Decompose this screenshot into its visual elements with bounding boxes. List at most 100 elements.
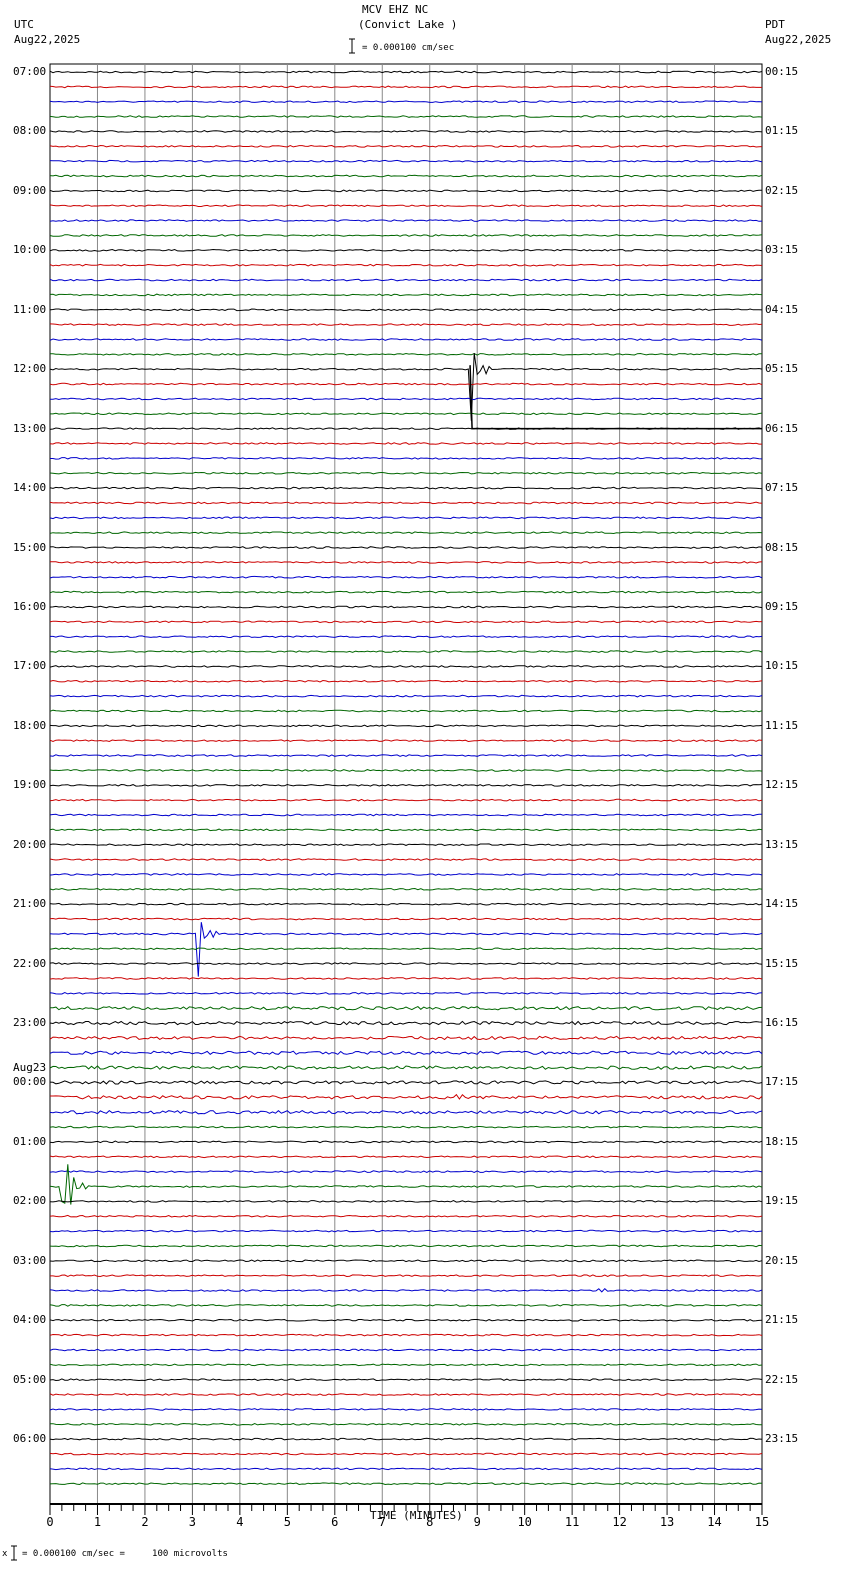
trace-line: [49, 858, 763, 861]
trace-line: [49, 962, 763, 965]
trace-line: [49, 798, 763, 802]
trace-line: [49, 189, 763, 193]
trace-line: [49, 590, 763, 594]
trace-line: [49, 873, 763, 876]
trace-line: [49, 204, 763, 208]
trace-line: [49, 754, 763, 757]
footer-scale-bar-icon: [11, 1545, 17, 1561]
x-tick-label: 4: [236, 1515, 243, 1529]
trace-line: [49, 85, 762, 89]
trace-line: [49, 843, 763, 847]
trace-line: [49, 70, 763, 74]
trace-line: [49, 605, 763, 609]
trace-line: [49, 1408, 763, 1411]
scale-bar-icon: [349, 38, 355, 54]
trace-line: [49, 665, 762, 668]
trace-line: [50, 397, 763, 401]
trace-line: [49, 546, 763, 549]
trace-line: [50, 1005, 763, 1011]
trace-line: [49, 1200, 763, 1203]
trace-line: [49, 323, 763, 326]
trace-line: [49, 263, 763, 267]
trace-line: [49, 620, 763, 624]
trace-line: [49, 1140, 763, 1144]
seismogram-page: MCV EHZ NC (Convict Lake ) UTC Aug22,202…: [0, 0, 850, 1584]
trace-line: [49, 293, 763, 297]
x-tick-label: 9: [474, 1515, 481, 1529]
trace-line: [49, 828, 763, 832]
trace-line: [49, 115, 763, 118]
x-tick-label: 15: [755, 1515, 769, 1529]
trace-line: [49, 917, 763, 921]
x-tick-label: 14: [707, 1515, 721, 1529]
trace-line: [49, 353, 763, 421]
trace-line: [50, 352, 762, 356]
trace-line: [49, 1467, 763, 1471]
trace-line: [49, 278, 763, 282]
x-tick-label: 5: [284, 1515, 291, 1529]
trace-line: [49, 100, 763, 104]
trace-line: [50, 635, 763, 639]
trace-line: [49, 1020, 763, 1026]
trace-line: [49, 575, 763, 579]
trace-line: [50, 1274, 763, 1278]
trace-line: [49, 248, 763, 252]
seismogram-plot: 0 1 2 3 4 5 6 7 8 9 10 11 12 13 14 15: [11, 38, 769, 1561]
trace-line: [49, 724, 763, 728]
trace-line: [49, 1393, 763, 1396]
trace-line: [49, 1378, 763, 1382]
trace-line: [49, 1318, 763, 1322]
trace-line: [49, 1259, 763, 1263]
trace-line: [50, 457, 763, 460]
trace-line: [49, 1035, 763, 1041]
trace-line: [49, 1164, 763, 1205]
trace-line: [49, 382, 763, 386]
trace-line: [49, 531, 763, 535]
trace-line: [49, 174, 763, 178]
trace-line: [49, 1244, 763, 1248]
trace-line: [49, 234, 763, 237]
trace-line: [49, 1065, 763, 1070]
trace-line: [49, 501, 763, 505]
trace-line: [49, 471, 763, 475]
x-tick-label: 10: [517, 1515, 531, 1529]
trace-line: [49, 1452, 763, 1456]
x-tick-label: 2: [141, 1515, 148, 1529]
trace-line: [49, 219, 763, 222]
x-tick-label: 7: [379, 1515, 386, 1529]
step-offset-trace: [469, 365, 762, 430]
trace-line: [49, 991, 763, 995]
x-tick-label: 0: [46, 1515, 53, 1529]
x-tick-label: 11: [565, 1515, 579, 1529]
trace-line: [49, 650, 763, 653]
trace-line: [49, 1155, 763, 1159]
trace-line: [50, 561, 763, 564]
x-tick-label: 1: [94, 1515, 101, 1529]
trace-line: [49, 1363, 763, 1367]
trace-line: [49, 1109, 763, 1115]
trace-line: [49, 130, 763, 133]
trace-line: [49, 947, 763, 951]
trace-line: [49, 1125, 762, 1129]
trace-line: [49, 813, 762, 817]
x-tick-label: 13: [660, 1515, 674, 1529]
trace-line: [49, 1080, 763, 1085]
trace-line: [49, 679, 763, 683]
trace-line: [49, 159, 763, 163]
trace-line: [49, 709, 763, 713]
trace-line: [49, 783, 763, 787]
trace-line: [49, 1288, 763, 1293]
trace-line: [49, 1050, 763, 1056]
trace-line: [49, 442, 762, 445]
x-tick-label: 8: [426, 1515, 433, 1529]
trace-line: [49, 1348, 763, 1352]
trace-line: [49, 739, 763, 743]
trace-line: [49, 308, 763, 312]
trace-line: [50, 1093, 763, 1100]
trace-line: [49, 1229, 763, 1233]
x-tick-label: 3: [189, 1515, 196, 1529]
trace-line: [49, 1214, 763, 1218]
trace-line: [49, 769, 763, 772]
trace-line: [50, 1422, 762, 1426]
trace-line: [49, 887, 763, 891]
